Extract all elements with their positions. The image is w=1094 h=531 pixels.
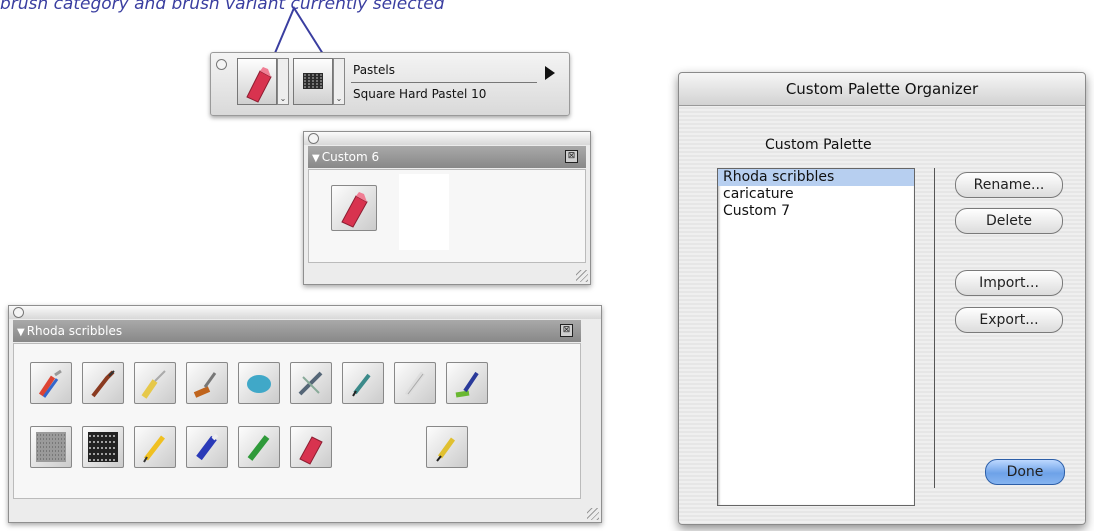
brush-variant-name: Square Hard Pastel 10 [353, 87, 487, 101]
palette-item-grain-texture[interactable] [82, 426, 124, 468]
palette-item-cloner[interactable] [290, 362, 332, 404]
list-item[interactable]: Custom 7 [718, 203, 914, 220]
blender-icon [404, 371, 426, 397]
dialog-title[interactable]: Custom Palette Organizer [679, 73, 1085, 106]
disclosure-triangle-icon[interactable]: ▼ [312, 153, 320, 164]
variant-dropdown-icon[interactable]: ⌄ [333, 58, 345, 105]
divider [351, 82, 537, 83]
palette-item-airbrush[interactable] [30, 362, 72, 404]
palette-item-sponge[interactable] [238, 362, 280, 404]
palette-item-pastel[interactable] [290, 426, 332, 468]
pen-nib-icon [352, 373, 371, 397]
palette-well [13, 343, 581, 499]
triangle-right-icon[interactable] [545, 66, 555, 80]
palette-header[interactable]: ▼ Custom 6 ⊠ [308, 146, 586, 168]
palette-item-pen-nib[interactable] [342, 362, 384, 404]
palette-item-blender[interactable] [394, 362, 436, 404]
palette-item-marker[interactable] [186, 426, 228, 468]
resize-grip-icon[interactable] [576, 270, 588, 282]
custom-palette-label: Custom Palette [765, 137, 872, 153]
close-box-icon[interactable]: ⊠ [565, 150, 578, 163]
custom-palette-organizer-dialog: Custom Palette Organizer Custom Palette … [678, 72, 1086, 525]
palette-knife-icon [141, 370, 166, 399]
palette-well [308, 169, 586, 263]
rhoda-scribbles-palette: ▼ Rhoda scribbles ⊠ [8, 305, 602, 523]
palette-item-pencil[interactable] [134, 426, 176, 468]
airbrush-icon [38, 369, 62, 398]
resize-grip-icon[interactable] [587, 508, 599, 520]
close-box-icon[interactable]: ⊠ [560, 324, 573, 337]
oil-brush-icon [91, 370, 115, 398]
palette-title: Custom 6 [321, 150, 380, 164]
felt-pen-icon [247, 435, 270, 461]
palette-titlebar[interactable] [304, 132, 590, 145]
close-dot-icon[interactable] [308, 133, 319, 144]
fountain-pen-icon [436, 437, 456, 462]
done-button[interactable]: Done [985, 459, 1065, 485]
grain-texture-icon [88, 432, 118, 462]
custom-palette-6: ▼ Custom 6 ⊠ [303, 131, 591, 285]
export-button[interactable]: Export... [955, 307, 1063, 333]
disclosure-triangle-icon[interactable]: ▼ [17, 327, 25, 338]
close-dot-icon[interactable] [13, 307, 24, 318]
list-item[interactable]: Rhoda scribbles [718, 169, 914, 186]
noise-texture-icon [36, 432, 66, 462]
palette-item-palette-knife[interactable] [134, 362, 176, 404]
cloner-icon [298, 371, 323, 396]
palette-item-oil-brush[interactable] [82, 362, 124, 404]
vertical-divider [934, 168, 935, 488]
palette-item-acrylic-brush[interactable] [186, 362, 228, 404]
figure-caption: brush category and brush variant current… [0, 0, 445, 14]
palette-header[interactable]: ▼ Rhoda scribbles ⊠ [13, 320, 581, 342]
palette-titlebar[interactable] [9, 306, 601, 319]
list-item[interactable]: caricature [718, 186, 914, 203]
brush-category-name: Pastels [353, 63, 395, 77]
palette-item-watercolor-brush[interactable] [446, 362, 488, 404]
palette-title: Rhoda scribbles [26, 324, 123, 338]
watercolor-brush-icon [455, 371, 479, 398]
sponge-icon [247, 375, 271, 393]
pencil-icon [143, 435, 165, 463]
palette-item-fountain-pen[interactable] [426, 426, 468, 468]
dab-texture-icon [303, 73, 323, 89]
marker-icon [196, 433, 219, 461]
pastel-stick-icon [299, 436, 323, 465]
palette-item-noise-texture[interactable] [30, 426, 72, 468]
custom-palette-list[interactable]: Rhoda scribbles caricature Custom 7 [717, 168, 915, 506]
palette-item-felt-pen[interactable] [238, 426, 280, 468]
brush-selector-bar: ⌄ ⌄ Pastels Square Hard Pastel 10 [210, 52, 570, 116]
palette-item-pastel[interactable] [331, 185, 377, 231]
pastel-stick-icon [246, 67, 272, 103]
category-dropdown-icon[interactable]: ⌄ [277, 58, 289, 105]
brush-variant-button[interactable] [293, 58, 333, 105]
pastel-stick-icon [341, 192, 368, 228]
empty-slot [399, 174, 449, 250]
close-dot-icon[interactable] [216, 59, 227, 70]
rename-button[interactable]: Rename... [955, 172, 1063, 198]
acrylic-brush-icon [193, 372, 217, 398]
import-button[interactable]: Import... [955, 270, 1063, 296]
brush-category-button[interactable] [237, 58, 277, 105]
delete-button[interactable]: Delete [955, 208, 1063, 234]
